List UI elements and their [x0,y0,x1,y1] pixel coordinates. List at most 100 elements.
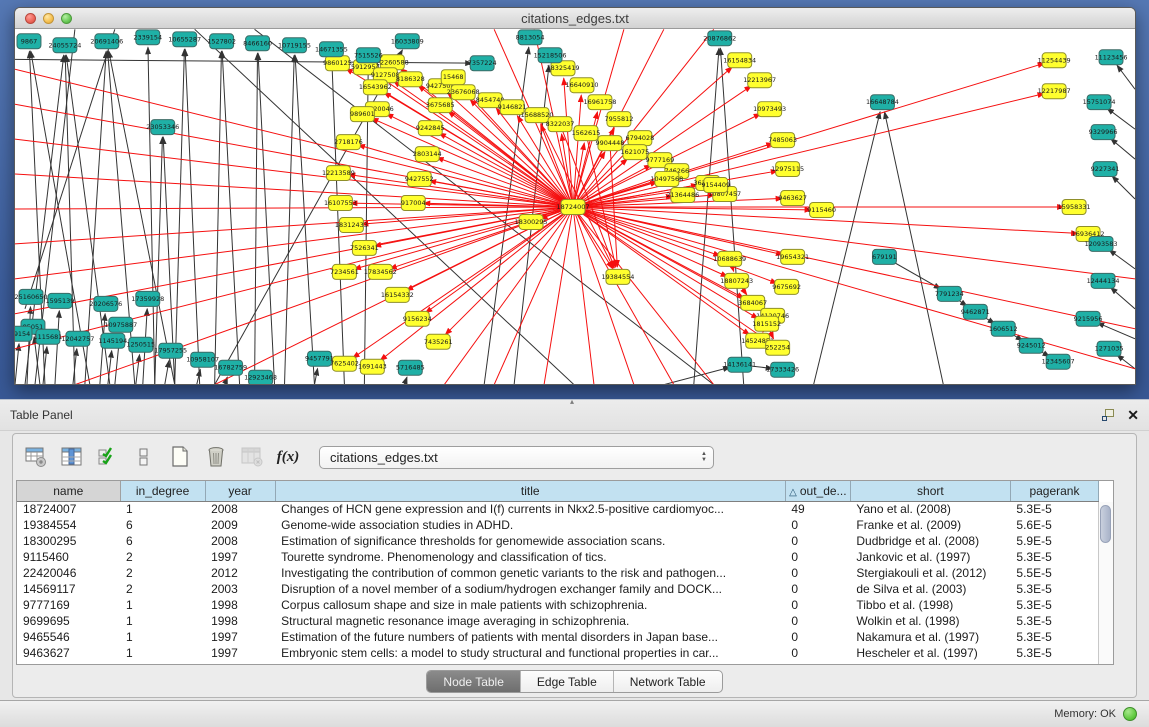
table-cell[interactable]: 1 [120,645,205,661]
graph-node[interactable]: 12345607 [1042,354,1075,369]
table-cell[interactable]: 9777169 [17,597,120,613]
table-cell[interactable]: 5.3E-5 [1010,581,1098,597]
graph-node[interactable]: 7515526 [354,48,383,63]
network-canvas[interactable]: 1872400798601255912954222605889127508165… [15,29,1135,385]
table-cell[interactable]: Embryonic stem cells: a model to study s… [275,645,785,661]
float-panel-icon[interactable] [1102,409,1115,421]
graph-node[interactable]: 7485063 [768,133,797,148]
table-cell[interactable]: Yano et al. (2008) [850,501,1010,517]
table-cell[interactable]: 1 [120,613,205,629]
graph-node[interactable]: 2803144 [413,147,442,162]
table-cell[interactable]: 0 [785,629,850,645]
graph-node[interactable]: 12213589 [322,166,355,181]
graph-node[interactable]: 9427552 [405,172,434,187]
graph-node[interactable]: 15751074 [1083,95,1116,110]
graph-node[interactable]: 19654321 [776,249,809,264]
graph-node[interactable]: 5716485 [396,360,425,375]
table-cell[interactable]: 5.3E-5 [1010,597,1098,613]
graph-node[interactable]: 9463627 [778,191,807,206]
graph-node[interactable]: 9215956 [1074,311,1103,326]
table-cell[interactable]: 2009 [205,517,275,533]
table-cell[interactable]: Hescheler et al. (1997) [850,645,1010,661]
table-cell[interactable]: 5.3E-5 [1010,549,1098,565]
graph-node[interactable]: 10973493 [753,102,786,117]
graph-node[interactable]: 15218506 [534,48,567,63]
graph-node[interactable]: 17359928 [131,291,164,306]
graph-node[interactable]: 17333426 [766,362,799,377]
graph-node[interactable]: 9146821 [498,100,527,115]
graph-node[interactable]: 20206576 [89,296,122,311]
graph-node[interactable]: 18312433 [335,217,368,232]
graph-node[interactable]: 9462871 [961,304,990,319]
table-cell[interactable]: 0 [785,613,850,629]
table-cell[interactable]: 0 [785,645,850,661]
table-cell[interactable]: 2003 [205,581,275,597]
graph-node[interactable]: 1271035 [1095,341,1124,356]
table-cell[interactable]: 1997 [205,629,275,645]
vertical-scrollbar[interactable] [1098,502,1113,664]
graph-node[interactable]: 252254 [765,340,790,355]
graph-node[interactable]: 20876862 [703,31,736,46]
graph-node[interactable]: 12213967 [743,73,776,88]
graph-node[interactable]: 39154 [15,326,32,341]
table-selector-dropdown[interactable]: citations_edges.txt ▲▼ [319,446,714,469]
graph-node[interactable]: 3675685 [426,98,455,113]
graph-node[interactable]: 18300295 [515,214,548,229]
table-cell[interactable]: 9463627 [17,645,120,661]
table-cell[interactable]: 2008 [205,501,275,517]
graph-node[interactable]: 18807243 [720,273,753,288]
graph-node[interactable]: 989601 [350,107,375,122]
table-cell[interactable]: 0 [785,565,850,581]
graph-node[interactable]: 10497568 [650,172,683,187]
graph-node[interactable]: 10688639 [713,251,746,266]
table-cell[interactable]: Investigating the contribution of common… [275,565,785,581]
graph-node[interactable]: 16107553 [324,196,357,211]
table-cell[interactable]: 2 [120,581,205,597]
table-cell[interactable]: 6 [120,533,205,549]
graph-node[interactable]: 7234561 [330,264,359,279]
table-cell[interactable]: 1998 [205,613,275,629]
graph-node[interactable]: 16154834 [723,53,756,68]
table-cell[interactable]: 6 [120,517,205,533]
table-cell[interactable]: 18300295 [17,533,120,549]
column-header-pagerank[interactable]: pagerank [1010,481,1098,501]
graph-node[interactable]: 12444134 [1087,273,1120,288]
table-cell[interactable]: 5.9E-5 [1010,533,1098,549]
graph-node[interactable]: 25160650 [15,289,47,304]
table-row[interactable]: 946362711997Embryonic stem cells: a mode… [17,645,1099,661]
graph-node[interactable]: 9329966 [1089,125,1118,140]
select-all-rows-icon[interactable] [95,444,121,470]
memory-ok-indicator[interactable] [1123,707,1137,721]
graph-node[interactable]: 15468 [441,70,465,85]
graph-node[interactable]: 9904448 [596,136,625,151]
new-table-icon[interactable] [167,444,193,470]
table-cell[interactable]: Structural magnetic resonance image aver… [275,613,785,629]
table-row[interactable]: 1830029562008Estimation of significance … [17,533,1099,549]
table-cell[interactable]: 22420046 [17,565,120,581]
graph-node[interactable]: 8186328 [396,72,425,87]
table-cell[interactable]: Franke et al. (2009) [850,517,1010,533]
column-header-short[interactable]: short [850,481,1010,501]
graph-node[interactable]: 9867 [17,34,41,49]
table-cell[interactable]: Dudbridge et al. (2008) [850,533,1010,549]
column-header-title[interactable]: title [275,481,785,501]
graph-node[interactable]: 7357224 [468,56,497,71]
graph-node[interactable]: 12093583 [1085,236,1118,251]
table-cell[interactable]: 5.5E-5 [1010,565,1098,581]
graph-node[interactable]: 1145194 [98,333,127,348]
delete-table-icon[interactable] [203,444,229,470]
table-cell[interactable]: 0 [785,597,850,613]
table-row[interactable]: 2242004622012Investigating the contribut… [17,565,1099,581]
column-header-year[interactable]: year [205,481,275,501]
graph-node[interactable]: 16640910 [566,78,599,93]
table-cell[interactable]: 0 [785,581,850,597]
function-builder-icon[interactable]: f(x) [275,444,301,470]
graph-node[interactable]: 1562615 [572,126,601,141]
table-cell[interactable]: 0 [785,517,850,533]
table-row[interactable]: 977716911998Corpus callosum shape and si… [17,597,1099,613]
table-cell[interactable]: Disruption of a novel member of a sodium… [275,581,785,597]
graph-node[interactable]: 10719155 [278,38,311,53]
graph-node[interactable]: 1595139 [46,293,75,308]
graph-node[interactable]: 9675692 [772,279,801,294]
graph-node[interactable]: 9245012 [1017,338,1046,353]
